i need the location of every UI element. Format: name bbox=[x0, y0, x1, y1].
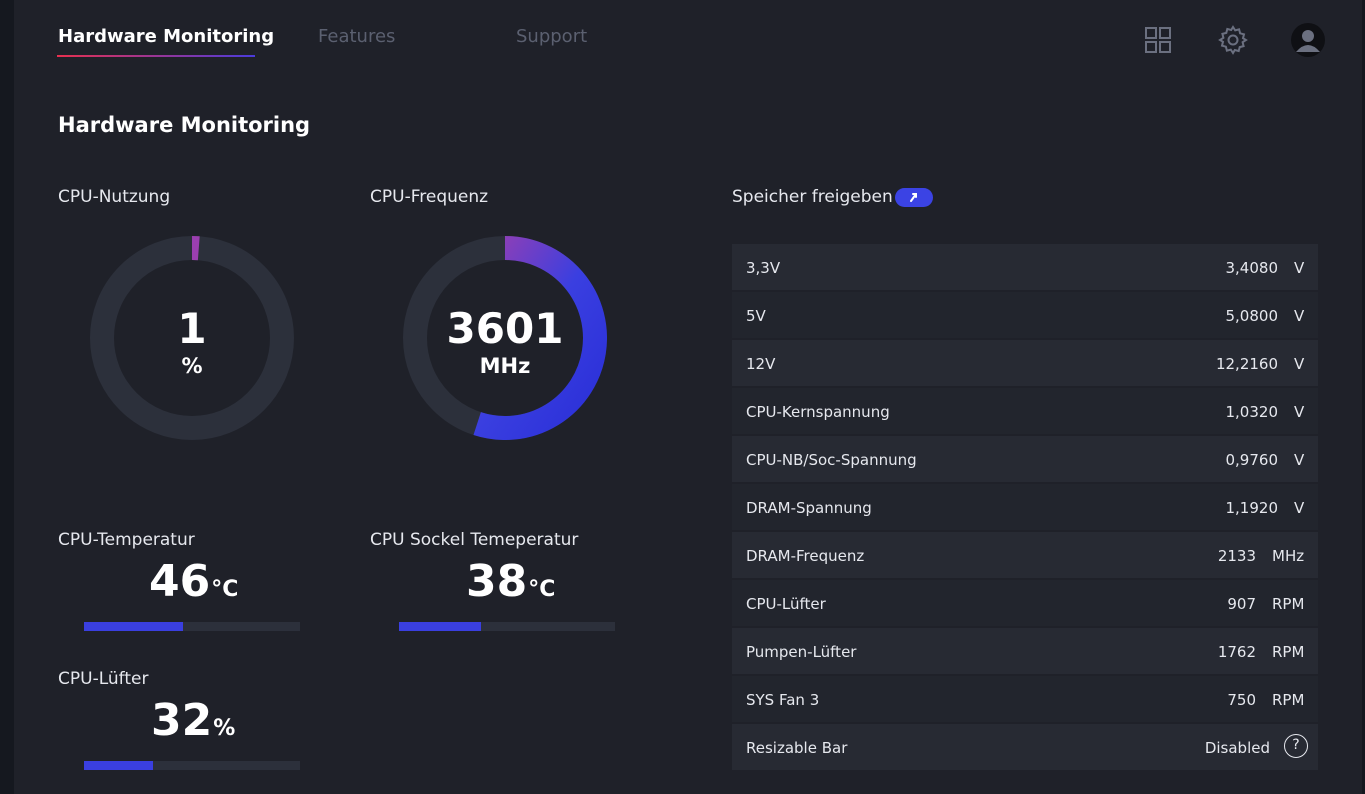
cpu-usage-label: CPU-Nutzung bbox=[58, 187, 171, 207]
sensor-unit: RPM bbox=[1272, 595, 1305, 613]
rocket-icon bbox=[909, 193, 917, 202]
cpu-temperature-label: CPU-Temperatur bbox=[58, 530, 195, 550]
avatar-icon[interactable] bbox=[1290, 22, 1326, 58]
sensor-unit: V bbox=[1294, 355, 1305, 373]
sensor-row: DRAM-Spannung 1,1920 V bbox=[732, 484, 1318, 530]
cpu-frequency-label: CPU-Frequenz bbox=[370, 187, 489, 207]
sensor-value: 1,0320 bbox=[1225, 403, 1279, 421]
sensor-row: SYS Fan 3 750 RPM bbox=[732, 676, 1318, 722]
socket-temperature-bar-fill bbox=[399, 622, 482, 631]
cpu-temperature-value: 46°C bbox=[149, 556, 239, 607]
sensor-name: DRAM-Spannung bbox=[746, 499, 872, 517]
cpu-frequency-unit: MHz bbox=[479, 354, 531, 378]
socket-temperature-value: 38°C bbox=[466, 556, 556, 607]
gear-icon[interactable] bbox=[1217, 24, 1249, 56]
cpu-fan-bar-fill bbox=[84, 761, 154, 770]
sensor-name: SYS Fan 3 bbox=[746, 691, 820, 709]
sensor-unit: RPM bbox=[1272, 691, 1305, 709]
sensor-name: CPU-NB/Soc-Spannung bbox=[746, 451, 917, 469]
cpu-fan-label: CPU-Lüfter bbox=[58, 669, 149, 689]
sensor-unit: V bbox=[1294, 259, 1305, 277]
sensor-row: 12V 12,2160 V bbox=[732, 340, 1318, 386]
sensor-row: CPU-Kernspannung 1,0320 V bbox=[732, 388, 1318, 434]
tab-support[interactable]: Support bbox=[516, 26, 587, 47]
cpu-fan-value: 32% bbox=[151, 695, 236, 746]
sensor-unit: V bbox=[1294, 451, 1305, 469]
sensor-row: Pumpen-Lüfter 1762 RPM bbox=[732, 628, 1318, 674]
sensor-unit: MHz bbox=[1272, 547, 1305, 565]
sensor-value: 750 bbox=[1227, 691, 1256, 709]
memory-release-row: Speicher freigeben bbox=[732, 187, 933, 207]
sensor-row: DRAM-Frequenz 2133 MHz bbox=[732, 532, 1318, 578]
sensor-value: 12,2160 bbox=[1215, 355, 1278, 373]
sensor-value: 1,1920 bbox=[1225, 499, 1279, 517]
sensor-row: CPU-Lüfter 907 RPM bbox=[732, 580, 1318, 626]
sensor-unit: V bbox=[1294, 499, 1305, 517]
sensor-value: 0,9760 bbox=[1225, 451, 1279, 469]
help-icon[interactable]: ? bbox=[1284, 734, 1308, 758]
sensor-row: CPU-NB/Soc-Spannung 0,9760 V bbox=[732, 436, 1318, 482]
sensor-row: 5V 5,0800 V bbox=[732, 292, 1318, 338]
grid-icon[interactable] bbox=[1142, 24, 1174, 56]
sensor-name: DRAM-Frequenz bbox=[746, 547, 865, 565]
socket-temperature-bar bbox=[399, 622, 615, 631]
tab-hardware-monitoring[interactable]: Hardware Monitoring bbox=[58, 26, 274, 47]
memory-release-button[interactable] bbox=[894, 187, 933, 207]
sensor-unit: V bbox=[1294, 403, 1305, 421]
page-title: Hardware Monitoring bbox=[58, 113, 311, 137]
sensor-table: 3,3V 3,4080 V 5V 5,0800 V 12V 12,2160 V CPU-Kerns… bbox=[732, 244, 1318, 772]
sensor-value: 2133 bbox=[1217, 547, 1256, 565]
cpu-usage-value: 1 bbox=[177, 304, 207, 353]
sensor-value: 1762 bbox=[1217, 643, 1256, 661]
cpu-fan-bar bbox=[84, 761, 300, 770]
cpu-usage-unit: % bbox=[181, 354, 203, 378]
resizable-bar-label: Resizable Bar bbox=[746, 739, 848, 757]
cpu-temperature-bar-fill bbox=[84, 622, 184, 631]
sensor-name: CPU-Kernspannung bbox=[746, 403, 890, 421]
app-window: Hardware Monitoring Features Support Har… bbox=[14, 0, 1362, 794]
socket-temperature-label: CPU Sockel Temeperatur bbox=[370, 530, 579, 550]
active-tab-indicator bbox=[57, 55, 255, 57]
sensor-name: CPU-Lüfter bbox=[746, 595, 826, 613]
cpu-temperature-bar bbox=[84, 622, 300, 631]
sensor-unit: V bbox=[1294, 307, 1305, 325]
sensor-name: 3,3V bbox=[746, 259, 781, 277]
sensor-name: 5V bbox=[746, 307, 766, 325]
sensor-value: 5,0800 bbox=[1225, 307, 1279, 325]
tab-features[interactable]: Features bbox=[318, 26, 395, 47]
resizable-bar-row: Resizable Bar Disabled? bbox=[732, 724, 1318, 770]
memory-release-label: Speicher freigeben bbox=[732, 187, 893, 207]
sensor-row: 3,3V 3,4080 V bbox=[732, 244, 1318, 290]
cpu-frequency-value: 3601 bbox=[446, 304, 564, 353]
sensor-name: 12V bbox=[746, 355, 776, 373]
resizable-bar-status: Disabled bbox=[1204, 739, 1270, 757]
sensor-value: 907 bbox=[1227, 595, 1256, 613]
sensor-name: Pumpen-Lüfter bbox=[746, 643, 857, 661]
sensor-unit: RPM bbox=[1272, 643, 1305, 661]
sensor-value: 3,4080 bbox=[1225, 259, 1279, 277]
